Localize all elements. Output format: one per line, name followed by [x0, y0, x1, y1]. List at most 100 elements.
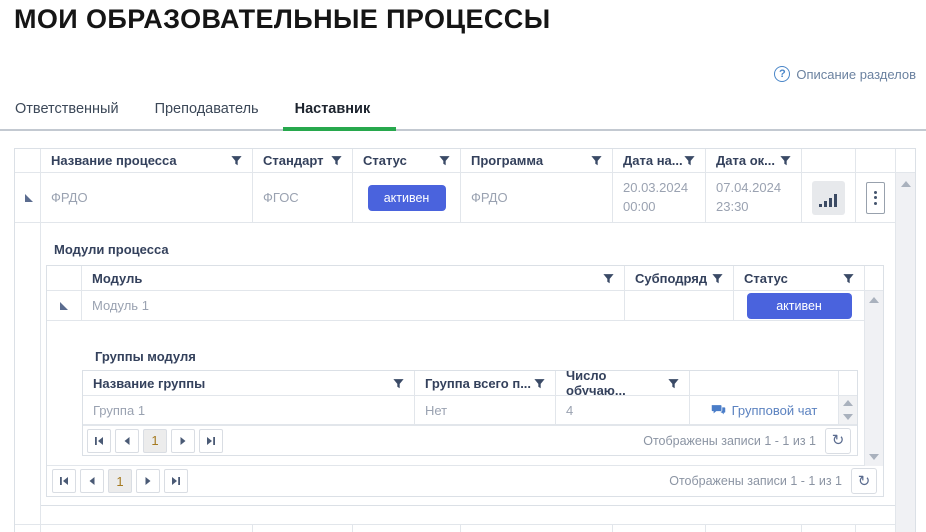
col-standard: Стандарт	[253, 149, 353, 172]
pager-prev-button[interactable]	[80, 469, 104, 493]
pager-last-button[interactable]	[164, 469, 188, 493]
col-scrollbar	[896, 149, 916, 172]
refresh-button[interactable]: ↻	[825, 428, 851, 454]
collapse-row-icon[interactable]	[25, 194, 33, 202]
module-detail-row: Группы модуля Название группы Груп	[47, 321, 883, 466]
col-date-start: Дата на...	[613, 149, 706, 172]
students-count: 4	[566, 403, 573, 418]
col-scrollbar	[839, 371, 857, 395]
process-row-frdo: ФРДО ФГОС активен ФРДО 20.03.2024 00:00 …	[15, 173, 915, 223]
group-total: Нет	[425, 403, 447, 418]
tab-prepodavatel[interactable]: Преподаватель	[143, 101, 271, 129]
module-status-badge[interactable]: активен	[747, 293, 852, 319]
pager-first-button[interactable]	[52, 469, 76, 493]
hierarchy-cell	[47, 291, 82, 320]
go-first-icon	[59, 476, 69, 486]
collapse-row-icon[interactable]	[60, 302, 68, 310]
go-first-icon	[94, 436, 104, 446]
hierarchy-cell	[15, 173, 41, 222]
refresh-button[interactable]: ↻	[851, 468, 877, 494]
scroll-up-icon[interactable]	[869, 297, 879, 303]
pager-info: Отображены записи 1 - 1 из 1	[669, 474, 842, 488]
process-detail-container: Модули процесса Модуль Субподряд	[41, 223, 901, 506]
group-name: Группа 1	[93, 403, 145, 418]
group-chat-link[interactable]: Групповой чат	[711, 403, 818, 418]
chat-icon	[711, 404, 726, 416]
refresh-icon: ↻	[832, 433, 845, 448]
col-actions	[856, 149, 896, 172]
scroll-down-icon[interactable]	[869, 454, 879, 460]
col-module: Модуль	[82, 266, 625, 290]
modules-scrollbar[interactable]	[864, 291, 883, 466]
process-detail-row: Модули процесса Модуль Субподряд	[15, 223, 915, 525]
help-label: Описание разделов	[796, 67, 916, 82]
row-menu-button[interactable]	[866, 182, 885, 214]
modules-section-title: Модули процесса	[54, 242, 901, 257]
col-group-total: Группа всего п...	[415, 371, 556, 395]
scroll-up-icon[interactable]	[901, 181, 911, 187]
col-date-end: Дата ок...	[706, 149, 802, 172]
groups-section-title: Группы модуля	[95, 349, 883, 364]
go-prev-icon	[87, 476, 97, 486]
module-row: Модуль 1 активен	[47, 291, 883, 321]
scroll-up-icon[interactable]	[843, 400, 853, 406]
tab-otvetstvennyy[interactable]: Ответственный	[15, 101, 131, 129]
col-subcontract: Субподряд	[625, 266, 734, 290]
tab-nastavnik[interactable]: Наставник	[283, 101, 383, 129]
col-scrollbar	[865, 266, 885, 290]
pager-page-1[interactable]: 1	[108, 469, 132, 493]
go-prev-icon	[122, 436, 132, 446]
analytics-button[interactable]	[812, 181, 845, 215]
go-next-icon	[143, 476, 153, 486]
pager-prev-button[interactable]	[115, 429, 139, 453]
filter-icon[interactable]	[534, 378, 545, 389]
hierarchy-header-cell	[15, 149, 41, 172]
filter-icon[interactable]	[603, 273, 614, 284]
filter-icon[interactable]	[668, 378, 679, 389]
go-last-icon	[171, 476, 181, 486]
module-subcontract	[625, 291, 734, 320]
col-chat	[690, 371, 839, 395]
pager-last-button[interactable]	[199, 429, 223, 453]
row-scrollbar[interactable]	[839, 396, 857, 424]
process-status-badge[interactable]: активен	[368, 185, 446, 211]
process-date-end: 07.04.2024 23:30	[706, 173, 802, 222]
col-program: Программа	[461, 149, 613, 172]
col-analytics	[802, 149, 856, 172]
filter-icon[interactable]	[439, 155, 450, 166]
processes-scrollbar[interactable]	[895, 173, 915, 532]
page: МОИ ОБРАЗОВАТЕЛЬНЫЕ ПРОЦЕССЫ ? Описание …	[0, 0, 926, 532]
go-next-icon	[178, 436, 188, 446]
filter-icon[interactable]	[684, 155, 695, 166]
groups-pager: 1 Отображены записи 1 - 1 из 1	[83, 425, 857, 455]
process-name: ФРДО	[51, 190, 88, 205]
col-process-name: Название процесса	[41, 149, 253, 172]
sections-help-link[interactable]: ? Описание разделов	[774, 66, 916, 82]
pager-next-button[interactable]	[136, 469, 160, 493]
pager-next-button[interactable]	[171, 429, 195, 453]
col-module-status: Статус	[734, 266, 865, 290]
hierarchy-header-cell	[47, 266, 82, 290]
role-tabs: Ответственный Преподаватель Наставник	[0, 100, 926, 131]
filter-icon[interactable]	[393, 378, 404, 389]
filter-icon[interactable]	[231, 155, 242, 166]
bar-chart-icon	[819, 193, 839, 208]
filter-icon[interactable]	[712, 273, 723, 284]
modules-header-row: Модуль Субподряд Статус	[47, 266, 883, 291]
filter-icon[interactable]	[331, 155, 342, 166]
groups-grid: Название группы Группа всего п... Число …	[82, 370, 858, 456]
pager-page-1[interactable]: 1	[143, 429, 167, 453]
modules-pager: 1 Отображены записи 1 - 1 из 1 ↻	[47, 466, 883, 496]
refresh-icon: ↻	[858, 474, 871, 489]
scroll-down-icon[interactable]	[843, 414, 853, 420]
question-icon: ?	[774, 66, 790, 82]
filter-icon[interactable]	[591, 155, 602, 166]
filter-icon[interactable]	[780, 155, 791, 166]
pager-info: Отображены записи 1 - 1 из 1	[643, 434, 816, 448]
pager-first-button[interactable]	[87, 429, 111, 453]
filter-icon[interactable]	[843, 273, 854, 284]
page-title: МОИ ОБРАЗОВАТЕЛЬНЫЕ ПРОЦЕССЫ	[14, 4, 551, 35]
process-program: ФРДО	[471, 190, 508, 205]
groups-header-row: Название группы Группа всего п... Число …	[83, 371, 857, 396]
next-row-partial	[15, 525, 915, 532]
